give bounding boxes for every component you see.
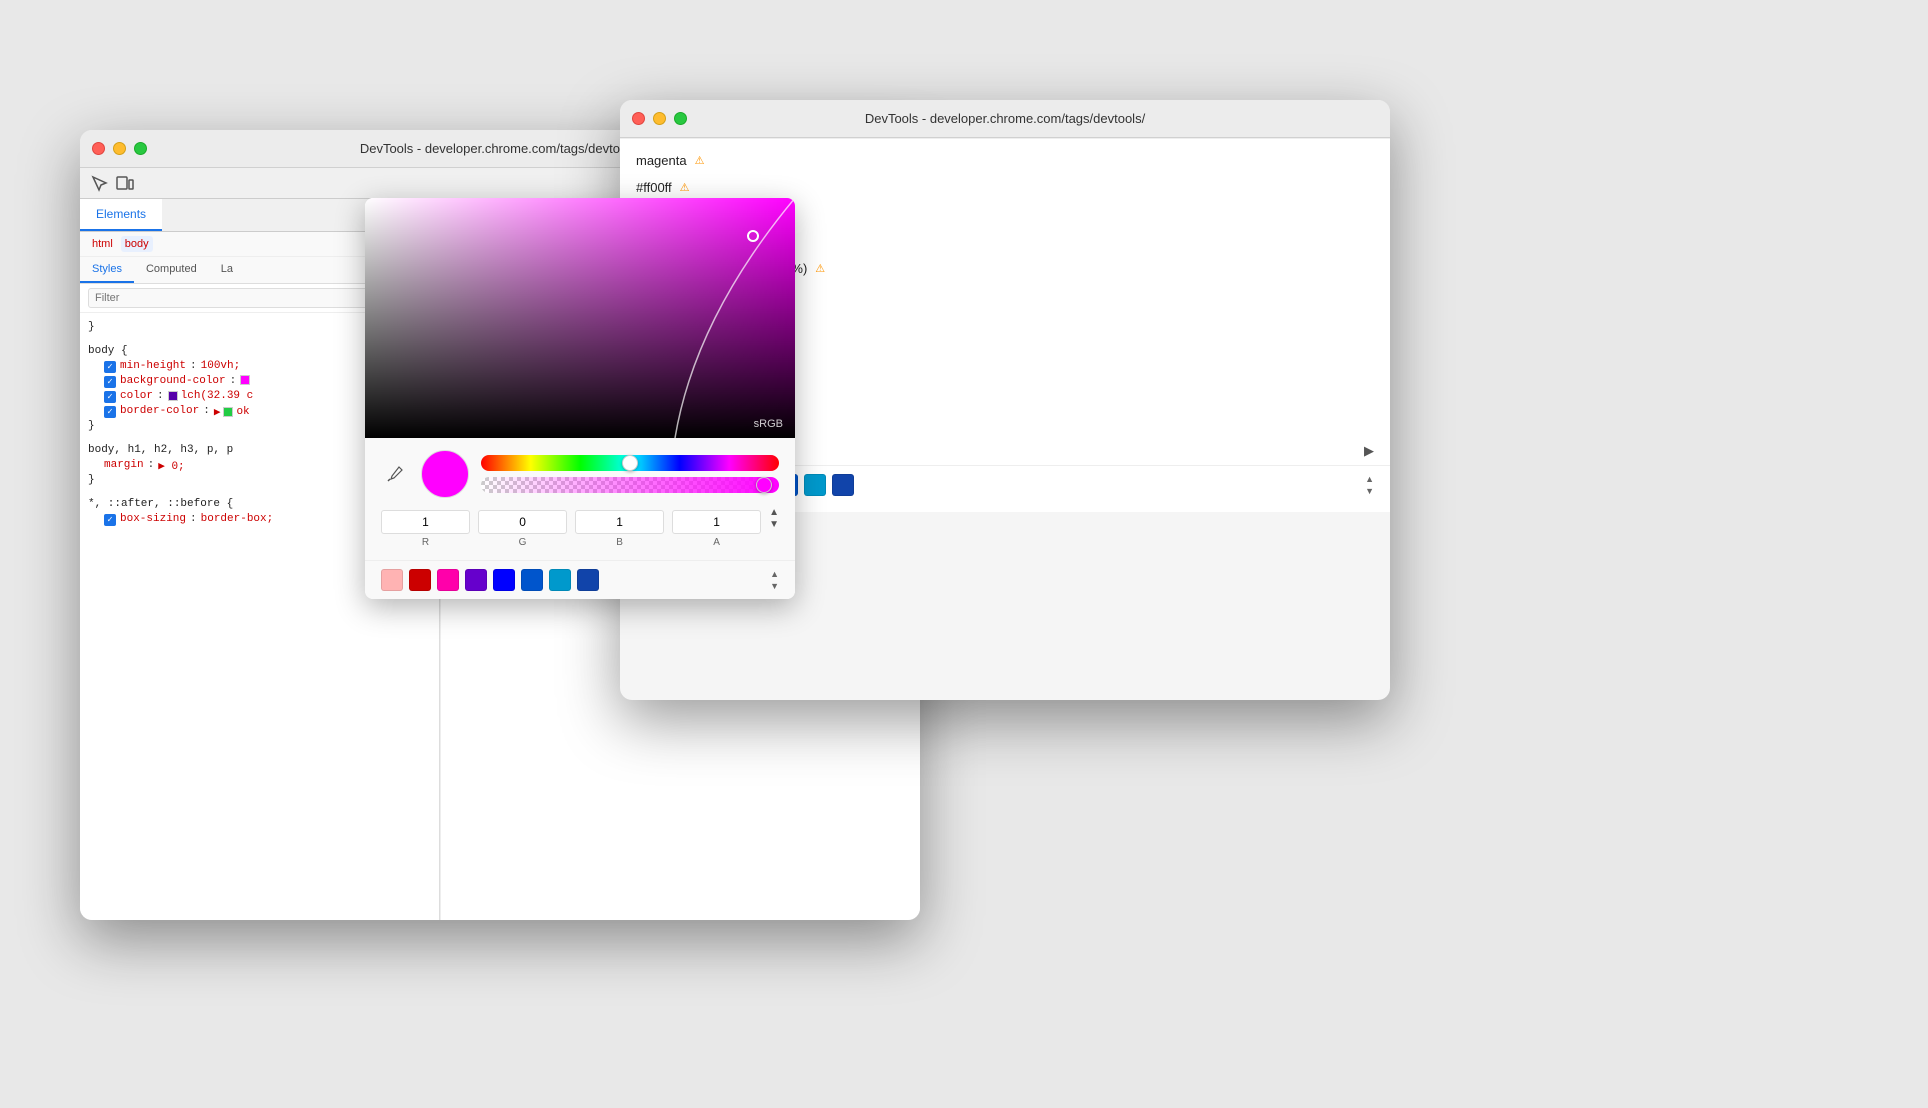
eyedropper-icon (386, 465, 404, 483)
r-label: R (422, 537, 429, 548)
minimize-button-bg[interactable] (113, 142, 126, 155)
maximize-button-front[interactable] (674, 112, 687, 125)
magenta-warning: ⚠ (695, 154, 705, 167)
dd-swatch-7[interactable] (832, 474, 854, 496)
b-input[interactable]: 1 (575, 510, 664, 534)
g-label: G (519, 537, 527, 548)
increment-arrow[interactable]: ▲ (769, 508, 779, 518)
maximize-button-bg[interactable] (134, 142, 147, 155)
swatches-arrow[interactable]: ▲ ▼ (770, 569, 779, 591)
ff00ff-warning: ⚠ (680, 181, 690, 194)
eyedropper-button[interactable] (381, 460, 409, 488)
hsl-warning: ⚠ (815, 262, 825, 275)
b-field: 1 B (575, 510, 664, 548)
decrement-arrow[interactable]: ▼ (769, 520, 779, 530)
dd-swatch-6[interactable] (804, 474, 826, 496)
ff00ff-label: #ff00ff (636, 180, 672, 195)
bg-color-swatch[interactable] (240, 375, 250, 385)
checkbox-boxsizing[interactable] (104, 514, 116, 526)
rgba-inputs: 1 R 0 G 1 B 1 A ▲ ▼ (381, 508, 779, 548)
gamut-boundary-line (365, 198, 795, 438)
swatches-row: ▲ ▼ (365, 560, 795, 599)
rgba-arrows: ▲ ▼ (769, 508, 779, 548)
swatch-2[interactable] (437, 569, 459, 591)
srgb-label: sRGB (754, 418, 783, 430)
checkbox-bordercolor[interactable] (104, 406, 116, 418)
color-gradient-area[interactable]: sRGB (365, 198, 795, 438)
swatch-4[interactable] (493, 569, 515, 591)
a-field: 1 A (672, 510, 761, 548)
color-cursor (747, 230, 759, 242)
magenta-label: magenta (636, 153, 687, 168)
r-field: 1 R (381, 510, 470, 548)
swatch-1[interactable] (409, 569, 431, 591)
titlebar-title-front: DevTools - developer.chrome.com/tags/dev… (865, 111, 1145, 126)
cursor-icon[interactable] (90, 174, 108, 192)
r-input[interactable]: 1 (381, 510, 470, 534)
opening-brace: } (88, 321, 95, 333)
color-controls: 1 R 0 G 1 B 1 A ▲ ▼ (365, 438, 795, 560)
swatch-7[interactable] (577, 569, 599, 591)
color-preview-circle (421, 450, 469, 498)
traffic-lights-front (632, 112, 687, 125)
breadcrumb-body[interactable]: body (121, 236, 153, 252)
checkbox-color[interactable] (104, 391, 116, 403)
checkbox-bgcolor[interactable] (104, 376, 116, 388)
breadcrumb-html[interactable]: html (88, 236, 117, 252)
hue-slider[interactable] (481, 455, 779, 471)
alpha-thumb (756, 477, 772, 493)
dd-down-arrow[interactable]: ▼ (1365, 486, 1374, 496)
layout-tab[interactable]: La (209, 257, 245, 283)
traffic-lights-bg (92, 142, 147, 155)
close-button-front[interactable] (632, 112, 645, 125)
b-label: B (616, 537, 623, 548)
titlebar-front: DevTools - developer.chrome.com/tags/dev… (620, 100, 1390, 138)
color-fn-arrow: ▶ (1364, 443, 1374, 459)
computed-tab[interactable]: Computed (134, 257, 209, 283)
sliders-container (481, 455, 779, 493)
checkbox-minheight[interactable] (104, 361, 116, 373)
minimize-button-front[interactable] (653, 112, 666, 125)
hue-thumb (622, 455, 638, 471)
a-label: A (713, 537, 720, 548)
color-preview-row (381, 450, 779, 498)
alpha-slider[interactable] (481, 477, 779, 493)
titlebar-title-bg: DevTools - developer.chrome.com/tags/dev… (360, 141, 640, 156)
dd-swatches-arrows: ▲ ▼ (1365, 474, 1374, 496)
g-field: 0 G (478, 510, 567, 548)
swatch-0[interactable] (381, 569, 403, 591)
swatch-3[interactable] (465, 569, 487, 591)
device-toggle-icon[interactable] (116, 174, 134, 192)
swatch-5[interactable] (521, 569, 543, 591)
close-button-bg[interactable] (92, 142, 105, 155)
color-swatch[interactable] (168, 391, 178, 401)
dropdown-item-magenta[interactable]: magenta ⚠ (620, 147, 1390, 174)
swatch-6[interactable] (549, 569, 571, 591)
color-picker-popup: sRGB 1 R (365, 198, 795, 599)
border-color-swatch[interactable] (223, 407, 233, 417)
styles-tab[interactable]: Styles (80, 257, 134, 283)
dropdown-item-ff00ff[interactable]: #ff00ff ⚠ (620, 174, 1390, 201)
g-input[interactable]: 0 (478, 510, 567, 534)
dd-up-arrow[interactable]: ▲ (1365, 474, 1374, 484)
elements-tab[interactable]: Elements (80, 199, 162, 231)
a-input[interactable]: 1 (672, 510, 761, 534)
